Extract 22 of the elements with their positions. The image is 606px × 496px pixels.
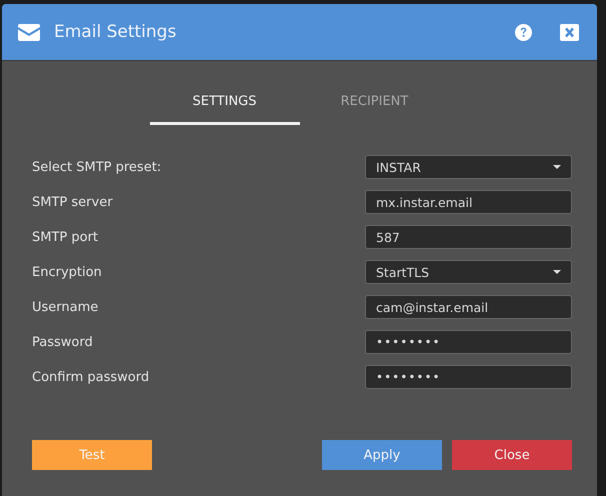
help-icon[interactable] (515, 24, 532, 40)
password-field[interactable]: •••••••• (365, 365, 572, 389)
field-label: SMTP server (32, 194, 113, 210)
field-label: Encryption (32, 264, 102, 280)
caret-icon (553, 165, 561, 169)
field-label: SMTP port (32, 230, 98, 244)
caret-icon (553, 270, 561, 274)
envelope-icon (18, 24, 40, 40)
field-label: Select SMTP preset: (32, 160, 162, 174)
password-field[interactable]: •••••••• (365, 330, 572, 354)
tab[interactable]: SETTINGS (150, 91, 300, 125)
input-field[interactable]: cam@instar.email (365, 295, 572, 319)
dropdown[interactable]: StartTLS (365, 260, 572, 284)
field-label: Password (32, 334, 93, 350)
window-title: Email Settings (54, 22, 178, 42)
button[interactable]: Close (452, 440, 572, 470)
input-field[interactable]: mx.instar.email (365, 190, 572, 214)
field-label: Confirm password (32, 370, 150, 384)
dropdown[interactable]: INSTAR (365, 155, 572, 179)
input-field[interactable]: 587 (365, 225, 572, 249)
field-label: Username (32, 300, 98, 314)
close-icon[interactable] (560, 24, 579, 40)
